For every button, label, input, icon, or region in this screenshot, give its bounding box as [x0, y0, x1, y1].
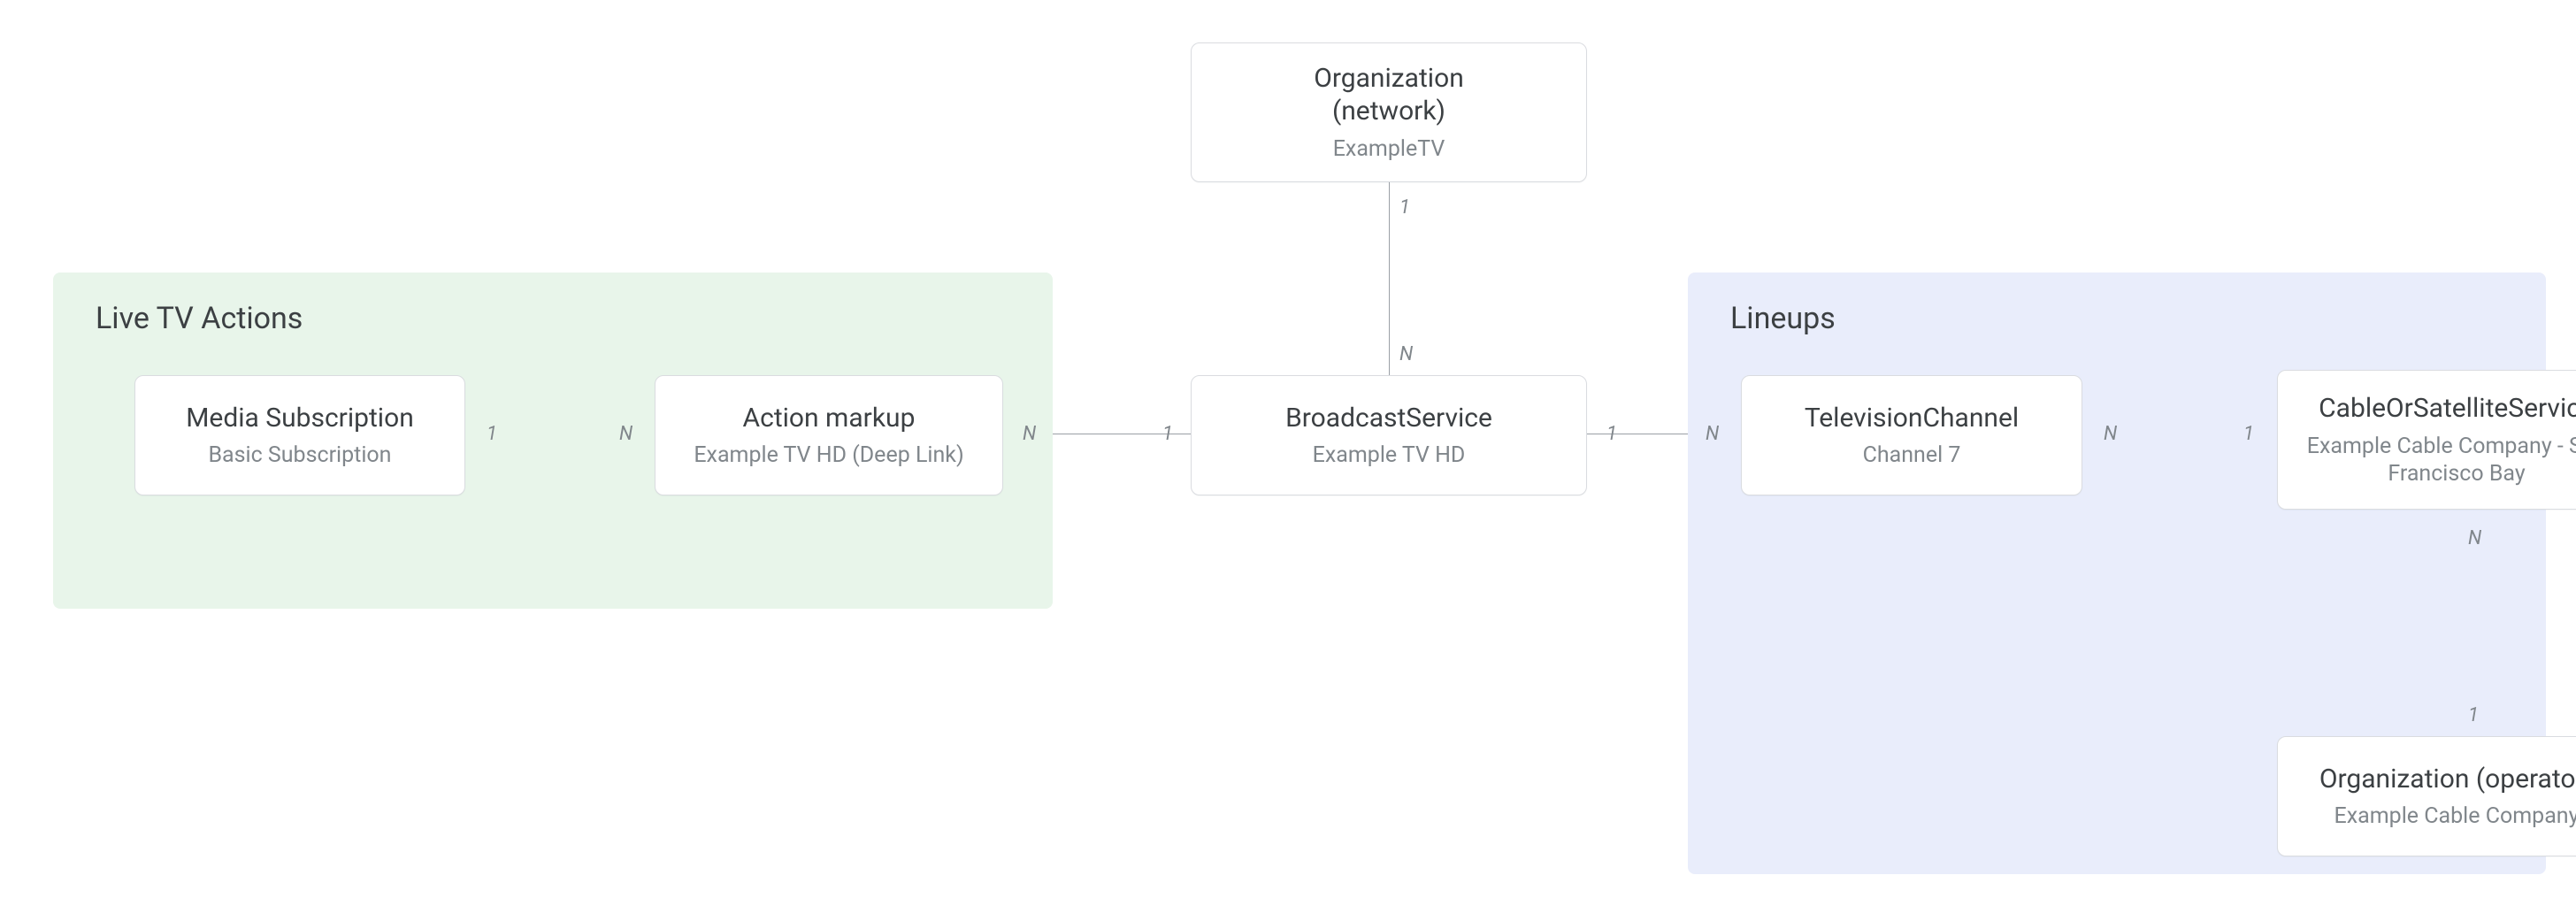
- cardinality-label: 1: [1162, 423, 1173, 445]
- cardinality-label: 1: [2468, 704, 2479, 726]
- cardinality-label: N: [1706, 423, 1719, 445]
- node-title: Organization (operator): [2319, 763, 2576, 796]
- node-sub: Example Cable Company: [2334, 802, 2576, 830]
- node-sub: Example Cable Company - San Francisco Ba…: [2296, 433, 2576, 488]
- node-cable-or-satellite-service: CableOrSatelliteService Example Cable Co…: [2277, 370, 2576, 510]
- node-title: CableOrSatelliteService: [2319, 392, 2576, 426]
- node-sub: Basic Subscription: [208, 441, 391, 469]
- cardinality-label: N: [2104, 423, 2117, 445]
- node-title: Organization (network): [1314, 62, 1464, 128]
- node-organization-operator: Organization (operator) Example Cable Co…: [2277, 736, 2576, 856]
- cardinality-label: 1: [1399, 196, 1410, 219]
- diagram-canvas: Live TV Actions Lineups Organization (ne…: [0, 0, 2576, 906]
- cardinality-label: 1: [487, 423, 497, 445]
- cardinality-label: N: [2468, 527, 2481, 549]
- node-organization-network: Organization (network) ExampleTV: [1191, 42, 1587, 182]
- node-sub: Channel 7: [1863, 441, 1961, 469]
- node-title: TelevisionChannel: [1805, 402, 2019, 435]
- node-television-channel: TelevisionChannel Channel 7: [1741, 375, 2082, 495]
- cardinality-label: N: [1399, 343, 1413, 365]
- cardinality-label: 1: [2243, 423, 2254, 445]
- group-title-lineups: Lineups: [1730, 301, 1836, 336]
- group-title-live-tv: Live TV Actions: [96, 301, 303, 336]
- cardinality-label: N: [619, 423, 632, 445]
- node-action-markup: Action markup Example TV HD (Deep Link): [655, 375, 1003, 495]
- node-sub: Example TV HD: [1313, 441, 1466, 469]
- connector-org-to-broadcast: [1389, 182, 1390, 375]
- node-media-subscription: Media Subscription Basic Subscription: [134, 375, 465, 495]
- cardinality-label: 1: [1606, 423, 1617, 445]
- node-title: Action markup: [743, 402, 916, 435]
- node-broadcast-service: BroadcastService Example TV HD: [1191, 375, 1587, 495]
- node-title: BroadcastService: [1285, 402, 1492, 435]
- cardinality-label: N: [1023, 423, 1036, 445]
- node-sub: ExampleTV: [1333, 135, 1445, 163]
- node-sub: Example TV HD (Deep Link): [694, 441, 963, 469]
- node-title: Media Subscription: [186, 402, 414, 435]
